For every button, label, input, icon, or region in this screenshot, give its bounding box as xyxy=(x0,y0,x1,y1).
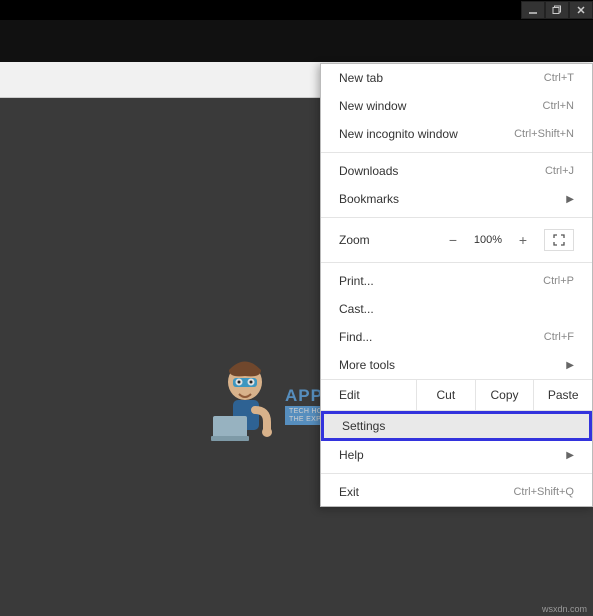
menu-more-tools[interactable]: More tools▶ xyxy=(321,351,592,379)
zoom-in-button[interactable]: + xyxy=(510,232,536,248)
chevron-right-icon: ▶ xyxy=(566,450,574,461)
menu-zoom: Zoom − 100% + xyxy=(321,222,592,258)
menu-downloads[interactable]: DownloadsCtrl+J xyxy=(321,157,592,185)
menu-bookmarks[interactable]: Bookmarks▶ xyxy=(321,185,592,213)
chrome-main-menu: New tabCtrl+T New windowCtrl+N New incog… xyxy=(320,63,593,507)
paste-button[interactable]: Paste xyxy=(533,380,592,410)
menu-new-tab[interactable]: New tabCtrl+T xyxy=(321,64,592,92)
close-button[interactable] xyxy=(569,1,593,19)
minimize-button[interactable] xyxy=(521,1,545,19)
window-titlebar xyxy=(0,0,593,20)
fullscreen-icon xyxy=(553,234,565,246)
menu-print[interactable]: Print...Ctrl+P xyxy=(321,267,592,295)
copy-button[interactable]: Copy xyxy=(475,380,534,410)
menu-new-window[interactable]: New windowCtrl+N xyxy=(321,92,592,120)
menu-new-incognito[interactable]: New incognito windowCtrl+Shift+N xyxy=(321,120,592,148)
menu-settings[interactable]: Settings xyxy=(321,411,592,441)
menu-cast[interactable]: Cast... xyxy=(321,295,592,323)
menu-edit-row: Edit Cut Copy Paste xyxy=(321,379,592,411)
chevron-right-icon: ▶ xyxy=(566,194,574,205)
menu-find[interactable]: Find...Ctrl+F xyxy=(321,323,592,351)
zoom-out-button[interactable]: − xyxy=(440,232,466,248)
menu-exit[interactable]: ExitCtrl+Shift+Q xyxy=(321,478,592,506)
tab-strip xyxy=(0,20,593,62)
footer-credit: wsxdn.com xyxy=(542,604,587,614)
menu-help[interactable]: Help▶ xyxy=(321,441,592,469)
cut-button[interactable]: Cut xyxy=(416,380,475,410)
maximize-button[interactable] xyxy=(545,1,569,19)
chevron-right-icon: ▶ xyxy=(566,360,574,371)
zoom-value: 100% xyxy=(466,234,510,246)
fullscreen-button[interactable] xyxy=(544,229,574,251)
